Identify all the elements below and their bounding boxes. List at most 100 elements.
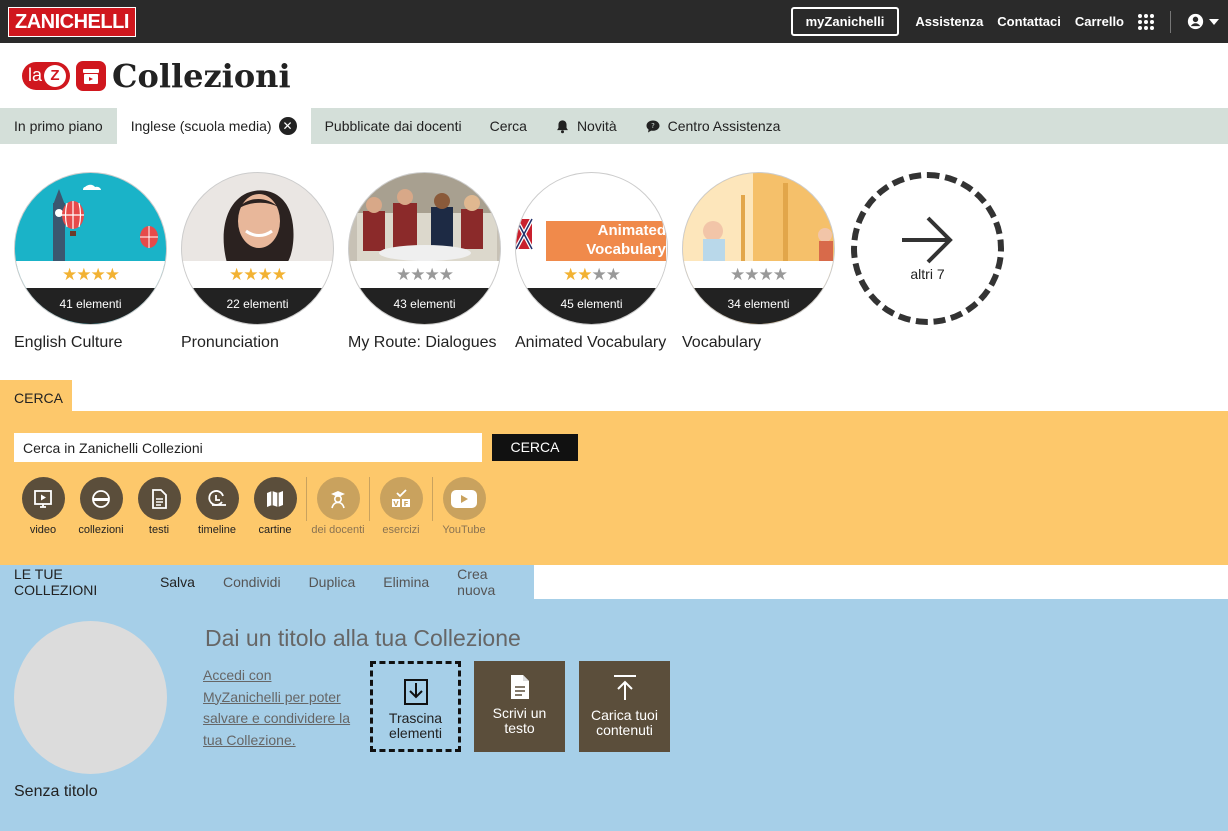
search-input[interactable] (14, 433, 482, 462)
collection-thumbnail[interactable]: Animated Vocabulary ★ ★ ★ ★ 45 elementi (515, 172, 668, 325)
rating-stars: ★ ★ ★ ★ (683, 261, 834, 288)
timeline-icon (195, 477, 239, 520)
filter-label: YouTube (442, 524, 486, 536)
action-label: Scrivi un testo (492, 705, 547, 736)
tab-cerca[interactable]: Cerca (476, 108, 541, 144)
banner-text: Animated Vocabulary (586, 222, 666, 258)
rating-stars: ★ ★ ★ ★ (349, 261, 500, 288)
filter-timeline[interactable]: timeline (188, 477, 246, 536)
filter-video[interactable]: video (14, 477, 72, 536)
filter-label: timeline (198, 524, 236, 536)
collection-label[interactable]: Animated Vocabulary (515, 334, 682, 352)
collection-card[interactable]: ★ ★ ★ ★ 41 elementi English Culture (14, 172, 181, 380)
upload-content-button[interactable]: Carica tuoi contenuti (579, 661, 670, 752)
filter-bar: video collezioni testi timeline cartine … (14, 477, 493, 536)
drop-elements-area[interactable]: Trascina elementi (370, 661, 461, 752)
apps-grid-icon[interactable] (1138, 13, 1154, 30)
search-button[interactable]: CERCA (492, 434, 578, 461)
filter-cartine[interactable]: cartine (246, 477, 304, 536)
collection-card[interactable]: ★ ★ ★ ★ 34 elementi Vocabulary (682, 172, 849, 380)
filter-dei-docenti[interactable]: dei docenti (309, 477, 367, 536)
element-count: 41 elementi (15, 288, 166, 324)
star-filled-icon: ★ (76, 264, 91, 284)
collection-label[interactable]: My Route: Dialogues (348, 334, 515, 352)
collection-label[interactable]: Pronunciation (181, 334, 348, 352)
elimina-button[interactable]: Elimina (369, 574, 443, 590)
page-title: Collezioni (112, 56, 291, 95)
collection-card[interactable]: ★ ★ ★ ★ 43 elementi My Route: Dialogues (348, 172, 515, 380)
star-filled-icon: ★ (229, 264, 244, 284)
divider (1170, 10, 1171, 33)
document-icon (137, 477, 181, 520)
filter-label: dei docenti (311, 524, 365, 536)
collection-cover-placeholder[interactable] (14, 621, 167, 774)
filter-divider (306, 477, 307, 521)
login-link[interactable]: Accedi con MyZanichelli per poter salvar… (203, 665, 353, 751)
user-menu[interactable] (1187, 13, 1220, 30)
collection-label[interactable]: English Culture (14, 334, 181, 352)
user-icon (1187, 13, 1204, 30)
condividi-button[interactable]: Condividi (209, 574, 295, 590)
write-text-button[interactable]: Scrivi un testo (474, 661, 565, 752)
collection-thumbnail[interactable]: ★ ★ ★ ★ 34 elementi (682, 172, 835, 325)
laz-logo[interactable]: la Z (22, 61, 71, 90)
collection-card[interactable]: Animated Vocabulary ★ ★ ★ ★ 45 elementi Ani… (515, 172, 682, 380)
filter-label: cartine (258, 524, 292, 536)
collection-box-icon (76, 60, 107, 91)
star-empty-icon: ★ (605, 264, 621, 284)
star-empty-icon: ★ (758, 264, 774, 284)
tab-label: Inglese (scuola media) (130, 118, 272, 134)
star-empty-icon: ★ (410, 264, 425, 284)
star-empty-icon: ★ (730, 264, 745, 284)
star-filled-icon: ★ (271, 264, 287, 284)
tab-le-tue-collezioni: LE TUE COLLEZIONI (14, 566, 98, 598)
collection-card[interactable]: ★ ★ ★ ★ 22 elementi Pronunciation (181, 172, 348, 380)
collection-name[interactable]: Senza titolo (14, 783, 98, 801)
star-empty-icon: ★ (424, 264, 440, 284)
crea-nuova-button[interactable]: Crea nuova (443, 566, 534, 598)
vocabulary-image (683, 173, 833, 261)
collections-carousel: ★ ★ ★ ★ 41 elementi English Culture ★ ★ ★ ★ 22… (0, 144, 1228, 380)
filter-label: video (29, 524, 57, 536)
tab-inglese[interactable]: Inglese (scuola media) ✕ (116, 108, 311, 144)
upload-icon (613, 675, 636, 700)
tab-in-primo-piano[interactable]: In primo piano (0, 108, 117, 144)
collection-title-field[interactable]: Dai un titolo alla tua Collezione (205, 625, 521, 652)
filter-testi[interactable]: testi (130, 477, 188, 536)
filter-esercizi[interactable]: VF esercizi (372, 477, 430, 536)
collection-label[interactable]: Vocabulary (682, 334, 849, 352)
tab-novita[interactable]: Novità (541, 108, 631, 144)
star-empty-icon: ★ (591, 264, 607, 284)
map-icon (253, 477, 297, 520)
duplica-button[interactable]: Duplica (295, 574, 370, 590)
carrello-link[interactable]: Carrello (1075, 14, 1124, 29)
caret-down-icon (1209, 18, 1219, 25)
tab-pubblicate-dai-docenti[interactable]: Pubblicate dai docenti (311, 108, 476, 144)
salva-button[interactable]: Salva (146, 574, 209, 590)
svg-text:?: ? (651, 122, 655, 130)
filter-divider (432, 477, 433, 521)
star-filled-icon: ★ (90, 264, 106, 284)
write-doc-icon (510, 675, 529, 699)
tab-label: Novità (576, 118, 617, 134)
star-empty-icon: ★ (396, 264, 411, 284)
action-label: Carica tuoi contenuti (591, 707, 658, 738)
contattaci-link[interactable]: Contattaci (997, 14, 1061, 29)
more-collections-button[interactable]: altri 7 (851, 172, 1004, 325)
filter-collezioni[interactable]: collezioni (72, 477, 130, 536)
element-count: 34 elementi (683, 288, 834, 324)
myzanichelli-button[interactable]: myZanichelli (790, 7, 900, 36)
tab-label: Cerca (489, 118, 527, 134)
top-bar: ZANICHELLI myZanichelli Assistenza Conta… (0, 0, 1228, 43)
tab-centro-assistenza[interactable]: ? Centro Assistenza (631, 108, 795, 144)
filter-youtube[interactable]: YouTube (435, 477, 493, 536)
assistenza-link[interactable]: Assistenza (915, 14, 983, 29)
star-filled-icon: ★ (563, 264, 578, 284)
collection-thumbnail[interactable]: ★ ★ ★ ★ 41 elementi (14, 172, 167, 325)
woman-portrait-image (223, 190, 294, 261)
close-icon[interactable]: ✕ (278, 117, 297, 135)
top-nav: myZanichelli Assistenza Contattaci Carre… (790, 7, 1220, 36)
zanichelli-logo[interactable]: ZANICHELLI (8, 6, 136, 37)
collection-thumbnail[interactable]: ★ ★ ★ ★ 22 elementi (181, 172, 334, 325)
collection-thumbnail[interactable]: ★ ★ ★ ★ 43 elementi (348, 172, 501, 325)
